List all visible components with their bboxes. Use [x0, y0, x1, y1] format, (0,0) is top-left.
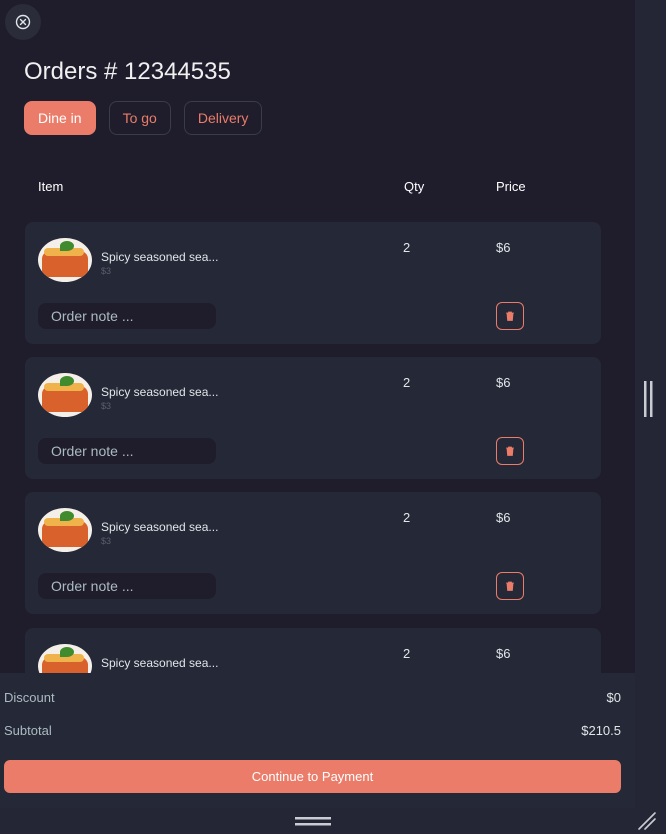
delete-item-button[interactable]	[496, 302, 524, 330]
item-qty: 2	[403, 510, 411, 525]
subtotal-label: Subtotal	[4, 723, 52, 738]
column-header-item: Item	[38, 179, 64, 194]
trash-icon	[506, 446, 514, 456]
discount-label: Discount	[4, 690, 55, 705]
food-thumbnail	[38, 238, 92, 282]
continue-to-payment-button[interactable]: Continue to Payment	[4, 760, 621, 793]
discount-value: $0	[606, 690, 621, 705]
tab-delivery[interactable]: Delivery	[183, 101, 263, 135]
item-qty: 2	[403, 240, 411, 255]
order-note-input[interactable]	[38, 303, 216, 329]
item-price: $6	[496, 375, 511, 390]
item-unit-price: $3	[101, 266, 112, 276]
item-unit-price: $3	[101, 401, 112, 411]
order-item: Spicy seasoned sea... $3 2 $6	[25, 357, 601, 479]
tab-to-go[interactable]: To go	[108, 101, 171, 135]
order-title: Orders # 12344535	[24, 58, 231, 85]
order-note-input[interactable]	[38, 573, 216, 599]
item-unit-price: $3	[101, 536, 112, 546]
food-thumbnail	[38, 373, 92, 417]
order-summary: Discount $0 Subtotal $210.5 Continue to …	[0, 673, 635, 808]
close-circle-icon	[15, 14, 31, 30]
item-name: Spicy seasoned sea...	[101, 656, 219, 670]
subtotal-value: $210.5	[581, 723, 621, 738]
trash-icon	[506, 311, 514, 321]
panel-drag-handle-icon[interactable]	[644, 381, 653, 417]
item-name: Spicy seasoned sea...	[101, 385, 219, 399]
bottom-drag-handle-icon[interactable]	[295, 817, 331, 826]
column-header-price: Price	[496, 179, 526, 194]
item-qty: 2	[403, 375, 411, 390]
trash-icon	[506, 581, 514, 591]
close-button[interactable]	[5, 4, 41, 40]
item-name: Spicy seasoned sea...	[101, 250, 219, 264]
delete-item-button[interactable]	[496, 437, 524, 465]
item-name: Spicy seasoned sea...	[101, 520, 219, 534]
order-type-tabs: Dine in To go Delivery	[24, 101, 263, 135]
resize-grip-icon[interactable]	[637, 811, 657, 831]
order-item: Spicy seasoned sea... $3 2 $6	[25, 492, 601, 614]
item-price: $6	[496, 510, 511, 525]
tab-dine-in[interactable]: Dine in	[24, 101, 96, 135]
item-price: $6	[496, 646, 511, 661]
item-price: $6	[496, 240, 511, 255]
food-thumbnail	[38, 508, 92, 552]
delete-item-button[interactable]	[496, 572, 524, 600]
order-note-input[interactable]	[38, 438, 216, 464]
order-item: Spicy seasoned sea... $3 2 $6	[25, 222, 601, 344]
column-header-qty: Qty	[404, 179, 425, 194]
order-panel: Orders # 12344535 Dine in To go Delivery…	[0, 0, 635, 808]
item-qty: 2	[403, 646, 411, 661]
